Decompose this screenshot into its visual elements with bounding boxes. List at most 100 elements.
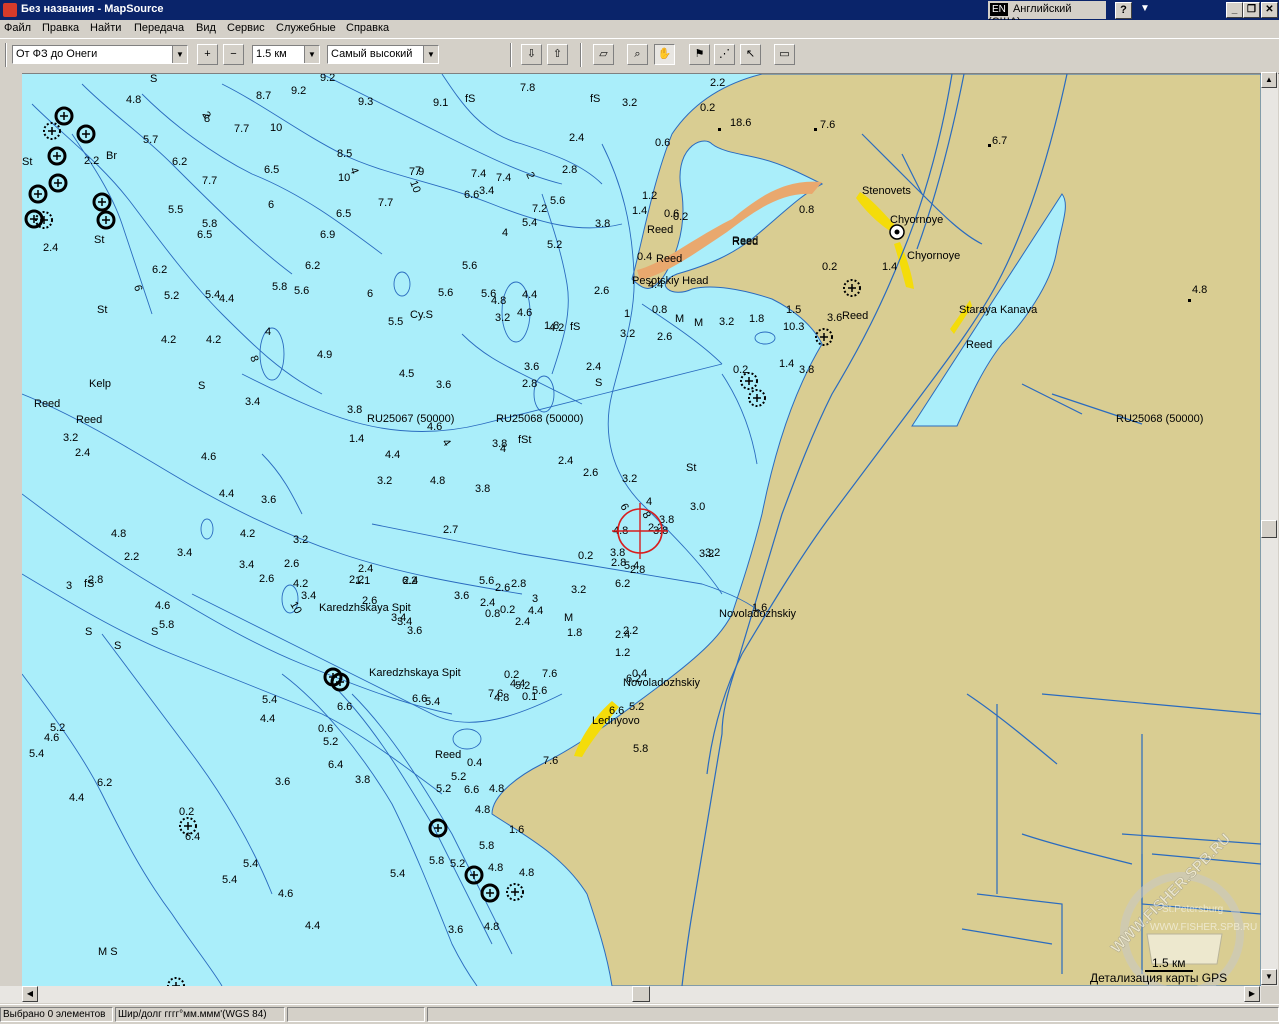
seabed-label: fS xyxy=(84,578,94,590)
depth-sounding: 4.4 xyxy=(385,449,400,461)
zoom-tool-icon: ⌕ xyxy=(634,48,641,60)
language-options-arrow-icon[interactable]: ▼ xyxy=(1140,3,1150,14)
chevron-down-icon[interactable]: ▼ xyxy=(172,46,187,63)
seabed-label: St xyxy=(94,234,104,246)
close-button[interactable]: ✕ xyxy=(1261,2,1278,18)
route-select[interactable]: От ФЗ до Онеги ▼ xyxy=(12,45,188,64)
depth-sounding: 3.2 xyxy=(571,584,586,596)
depth-sounding: 2.6 xyxy=(583,467,598,479)
scale-caption: Детализация карты GPS xyxy=(1090,971,1228,985)
depth-sounding: 6.5 xyxy=(336,208,351,220)
menu-edit[interactable]: Правка xyxy=(42,22,79,34)
depth-sounding: 2.2 xyxy=(84,155,99,167)
depth-sounding: 6.2 xyxy=(402,575,417,587)
scroll-down-button[interactable]: ▼ xyxy=(1261,969,1277,985)
depth-sounding: 5.5 xyxy=(388,316,403,328)
select-tool-button[interactable]: ↖ xyxy=(740,44,761,65)
menu-tools[interactable]: Сервис xyxy=(227,22,265,34)
spot-height-marker xyxy=(718,128,721,131)
zoom-out-button[interactable]: − xyxy=(223,44,244,65)
depth-sounding: 0.2 xyxy=(504,669,519,681)
depth-sounding: 5.8 xyxy=(429,855,444,867)
mapsource-app-icon[interactable] xyxy=(3,3,17,17)
menu-help[interactable]: Справка xyxy=(346,22,389,34)
distance-tool-button[interactable]: ▭ xyxy=(774,44,795,65)
map-tool-button[interactable]: ▱ xyxy=(593,44,614,65)
send-to-device-button[interactable]: ⇧ xyxy=(547,44,568,65)
horizontal-scroll-thumb[interactable] xyxy=(632,986,650,1002)
depth-sounding: 5.6 xyxy=(294,285,309,297)
seabed-label: S xyxy=(85,626,92,638)
depth-sounding: 8.7 xyxy=(256,90,271,102)
waypoint-tool-button[interactable]: ⚑ xyxy=(689,44,710,65)
seabed-label: S xyxy=(114,640,121,652)
depth-sounding: 6.2 xyxy=(152,264,167,276)
place-label: Novoladozhskiy xyxy=(719,608,797,620)
seabed-label: Reed xyxy=(732,235,758,247)
depth-sounding: 3.8 xyxy=(799,364,814,376)
scroll-right-button[interactable]: ▶ xyxy=(1244,986,1260,1002)
depth-sounding: 5.4 xyxy=(522,217,537,229)
depth-sounding: 2.8 xyxy=(511,578,526,590)
depth-sounding: 3.2 xyxy=(293,534,308,546)
chevron-down-icon[interactable]: ▼ xyxy=(304,46,319,63)
send-to-device-icon: ⇧ xyxy=(552,48,563,60)
receive-from-device-icon: ⇩ xyxy=(526,48,537,60)
depth-sounding: 9.2 xyxy=(291,85,306,97)
depth-sounding: 2.2 xyxy=(623,625,638,637)
depth-sounding: 6.4 xyxy=(185,831,200,843)
depth-sounding: 1.8 xyxy=(567,627,582,639)
place-label: Chyornoye xyxy=(890,214,943,226)
depth-sounding: 3.2 xyxy=(377,475,392,487)
seabed-label: Reed xyxy=(647,224,673,236)
zoom-level-select[interactable]: 1.5 км ▼ xyxy=(252,45,320,64)
depth-sounding: 2.7 xyxy=(443,524,458,536)
place-label: Karedzhskaya Spit xyxy=(319,602,411,614)
toolbar-grip xyxy=(5,43,7,67)
depth-sounding: 3.6 xyxy=(261,494,276,506)
status-panel-3 xyxy=(287,1007,425,1022)
seabed-label: Cy.S xyxy=(410,309,433,321)
menu-utilities[interactable]: Служебные xyxy=(276,22,336,34)
chevron-down-icon[interactable]: ▼ xyxy=(423,46,438,63)
depth-sounding: 6 xyxy=(367,288,373,300)
seabed-label: fS xyxy=(570,321,580,333)
depth-sounding: 1.8 xyxy=(749,313,764,325)
menu-file[interactable]: Файл xyxy=(4,22,31,34)
depth-sounding: 3.2 xyxy=(705,547,720,559)
horizontal-scrollbar[interactable]: ◀ ▶ xyxy=(0,986,1261,1003)
menu-find[interactable]: Найти xyxy=(90,22,121,34)
menu-transfer[interactable]: Передача xyxy=(134,22,184,34)
language-indicator[interactable]: EN Английский (США) xyxy=(988,1,1106,28)
vertical-scroll-thumb[interactable] xyxy=(1261,520,1277,538)
scroll-up-button[interactable]: ▲ xyxy=(1261,72,1277,88)
minimize-button[interactable]: _ xyxy=(1226,2,1243,18)
depth-sounding: 4.6 xyxy=(517,307,532,319)
vertical-scrollbar[interactable]: ▲ ▼ xyxy=(1261,72,1278,986)
depth-sounding: 4.6 xyxy=(278,888,293,900)
menu-view[interactable]: Вид xyxy=(196,22,216,34)
depth-sounding: 7.6 xyxy=(543,755,558,767)
depth-sounding: 3.4 xyxy=(239,559,254,571)
receive-from-device-button[interactable]: ⇩ xyxy=(521,44,542,65)
hand-tool-button[interactable]: ✋ xyxy=(654,44,675,65)
language-help-button[interactable]: ? xyxy=(1115,2,1132,19)
zoom-tool-button[interactable]: ⌕ xyxy=(627,44,648,65)
depth-sounding: 0.6 xyxy=(318,723,333,735)
depth-sounding: 5.2 xyxy=(436,783,451,795)
depth-sounding: 7.6 xyxy=(542,668,557,680)
route-select-value: От ФЗ до Онеги xyxy=(16,48,98,60)
depth-sounding: 1.4 xyxy=(349,433,364,445)
map-canvas[interactable]: 4.8 8.79.27.83.2 0.22.218.6 7.66.789.29.3 9.… xyxy=(22,74,1261,986)
maximize-button[interactable]: ❐ xyxy=(1243,2,1260,18)
route-tool-button[interactable]: ⋰ xyxy=(714,44,735,65)
zoom-in-button[interactable]: + xyxy=(197,44,218,65)
depth-sounding: 4.4 xyxy=(260,713,275,725)
depth-sounding: 7.4 xyxy=(471,168,486,180)
detail-level-select[interactable]: Самый высокий ▼ xyxy=(327,45,439,64)
depth-sounding: 0.8 xyxy=(652,304,667,316)
scroll-left-button[interactable]: ◀ xyxy=(22,986,38,1002)
depth-sounding: 3.8 xyxy=(347,404,362,416)
depth-sounding: 5.8 xyxy=(159,619,174,631)
depth-sounding: 4.4 xyxy=(219,293,234,305)
